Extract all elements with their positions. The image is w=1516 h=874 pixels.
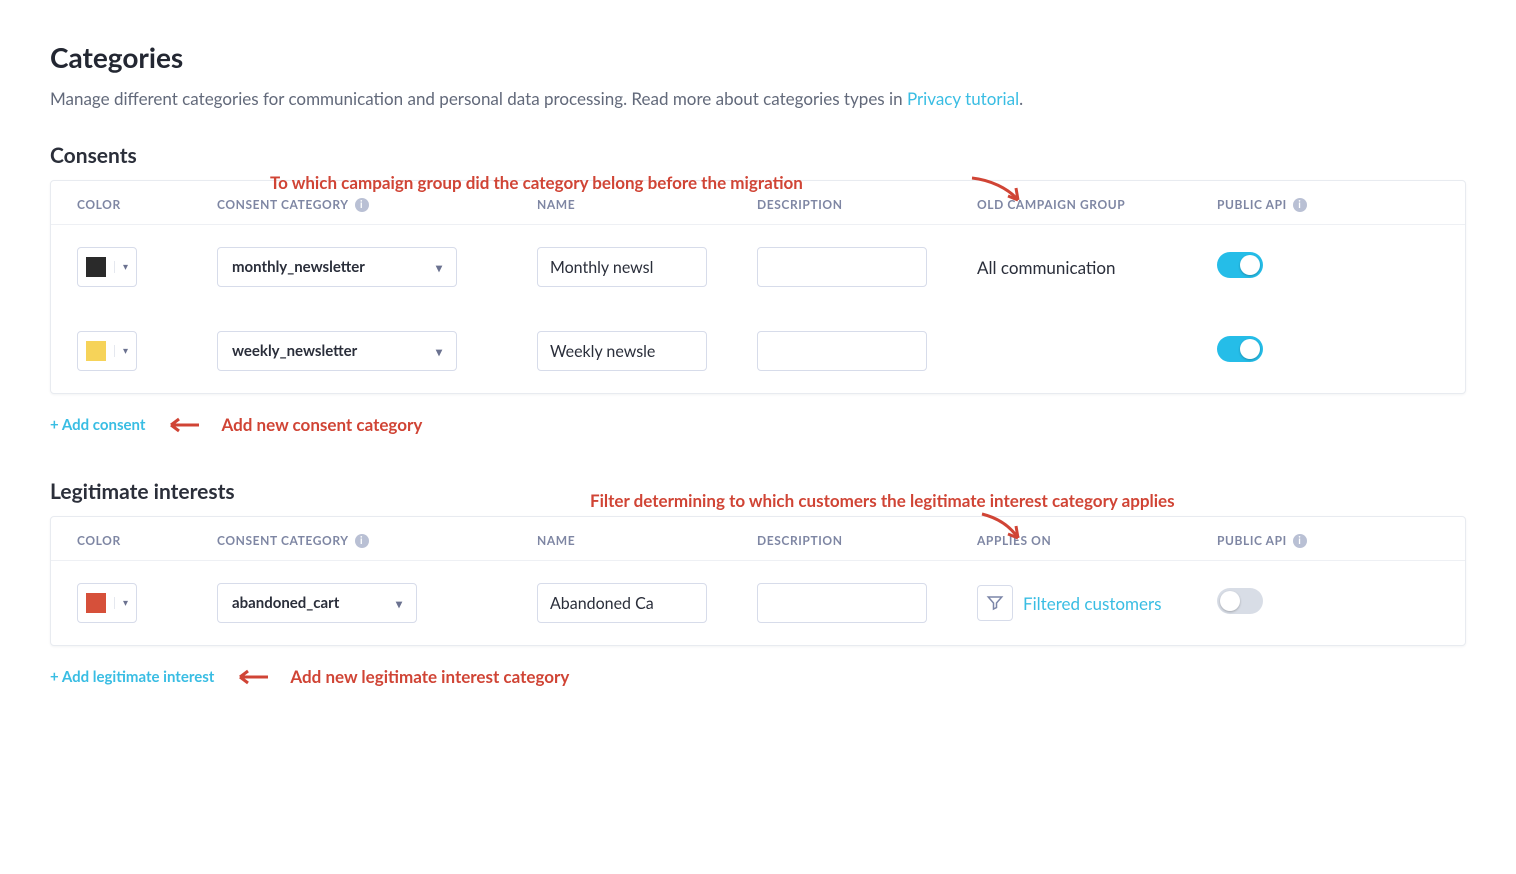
color-select[interactable] xyxy=(77,583,137,623)
annotation-arrow-icon xyxy=(234,668,270,686)
category-select[interactable]: weekly_newsletter xyxy=(217,331,457,371)
color-select[interactable] xyxy=(77,247,137,287)
info-icon[interactable]: i xyxy=(355,534,369,548)
table-row: abandoned_cart Filtered customers xyxy=(51,561,1465,645)
col-color: COLOR xyxy=(77,197,217,212)
col-description: DESCRIPTION xyxy=(757,533,977,548)
annotation-add-legitimate: Add new legitimate interest category xyxy=(290,666,569,687)
annotation-filter: Filter determining to which customers th… xyxy=(590,490,1175,511)
color-select[interactable] xyxy=(77,331,137,371)
public-api-toggle[interactable] xyxy=(1217,588,1263,614)
info-icon[interactable]: i xyxy=(355,198,369,212)
legitimate-table: COLOR CONSENT CATEGORYi NAME DESCRIPTION… xyxy=(50,516,1466,646)
info-icon[interactable]: i xyxy=(1293,198,1307,212)
consents-heading: Consents xyxy=(50,143,1466,168)
col-category: CONSENT CATEGORYi xyxy=(217,533,537,548)
name-input[interactable] xyxy=(537,583,707,623)
color-swatch xyxy=(86,341,106,361)
description-input[interactable] xyxy=(757,583,927,623)
filter-button[interactable] xyxy=(977,585,1013,621)
legitimate-table-head: COLOR CONSENT CATEGORYi NAME DESCRIPTION… xyxy=(51,517,1465,561)
description-input[interactable] xyxy=(757,247,927,287)
name-input[interactable] xyxy=(537,331,707,371)
old-campaign-group: All communication xyxy=(977,257,1217,278)
color-swatch xyxy=(86,257,106,277)
annotation-arrow-icon xyxy=(970,174,1030,210)
col-name: NAME xyxy=(537,533,757,548)
page-title: Categories xyxy=(50,40,1466,74)
info-icon[interactable]: i xyxy=(1293,534,1307,548)
category-select[interactable]: abandoned_cart xyxy=(217,583,417,623)
color-swatch xyxy=(86,593,106,613)
col-public-api: PUBLIC APIi xyxy=(1217,197,1337,212)
public-api-toggle[interactable] xyxy=(1217,252,1263,278)
col-color: COLOR xyxy=(77,533,217,548)
page-subtitle: Manage different categories for communic… xyxy=(50,88,1466,109)
category-select[interactable]: monthly_newsletter xyxy=(217,247,457,287)
consents-table: COLOR CONSENT CATEGORYi NAME DESCRIPTION… xyxy=(50,180,1466,394)
annotation-old-group: To which campaign group did the category… xyxy=(270,172,803,193)
annotation-arrow-icon xyxy=(980,512,1030,546)
privacy-tutorial-link[interactable]: Privacy tutorial xyxy=(907,88,1019,109)
funnel-icon xyxy=(986,594,1004,612)
table-row: weekly_newsletter xyxy=(51,309,1465,393)
col-public-api: PUBLIC APIi xyxy=(1217,533,1337,548)
filtered-customers-link[interactable]: Filtered customers xyxy=(1023,593,1162,614)
annotation-arrow-icon xyxy=(165,416,201,434)
add-legitimate-interest-button[interactable]: + Add legitimate interest xyxy=(50,668,214,686)
table-row: monthly_newsletter All communication xyxy=(51,225,1465,309)
add-consent-button[interactable]: + Add consent xyxy=(50,416,145,434)
subtitle-post: . xyxy=(1019,88,1023,109)
public-api-toggle[interactable] xyxy=(1217,336,1263,362)
col-category: CONSENT CATEGORYi xyxy=(217,197,537,212)
col-name: NAME xyxy=(537,197,757,212)
annotation-add-consent: Add new consent category xyxy=(221,414,422,435)
description-input[interactable] xyxy=(757,331,927,371)
name-input[interactable] xyxy=(537,247,707,287)
subtitle-text: Manage different categories for communic… xyxy=(50,88,907,109)
col-description: DESCRIPTION xyxy=(757,197,977,212)
